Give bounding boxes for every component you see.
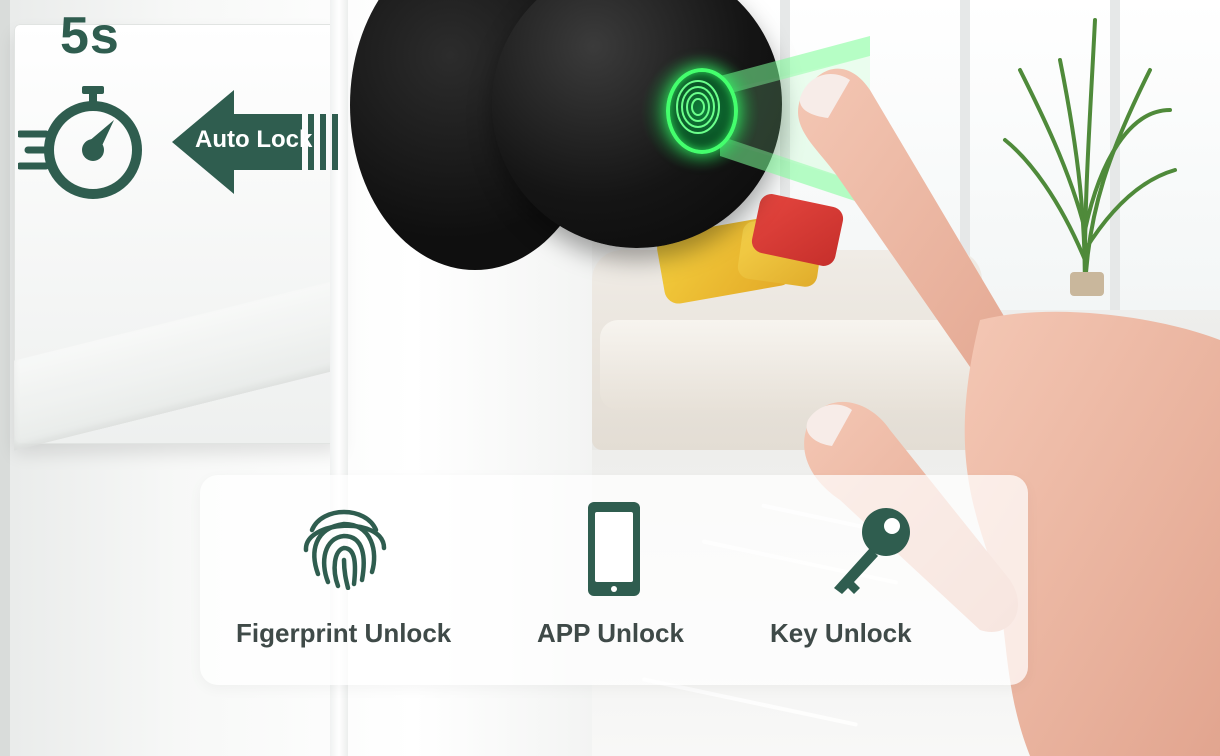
unlock-method-label: Key Unlock (770, 618, 912, 648)
product-image: 5s Auto Lock Figerprint Unlock APP Unloc… (0, 0, 1220, 756)
fingerprint-sensor (666, 68, 738, 154)
auto-lock-label: Auto Lock (195, 126, 313, 153)
smartphone-icon (588, 502, 640, 596)
unlock-method-label: APP Unlock (537, 618, 684, 648)
fingerprint-icon (303, 509, 387, 590)
door-edge (0, 0, 10, 756)
auto-lock-time: 5s (60, 7, 120, 65)
unlock-method-label: Figerprint Unlock (236, 618, 452, 648)
stopwatch-icon (18, 86, 142, 199)
fingerprint-icon (676, 80, 720, 134)
key-icon (834, 508, 910, 594)
